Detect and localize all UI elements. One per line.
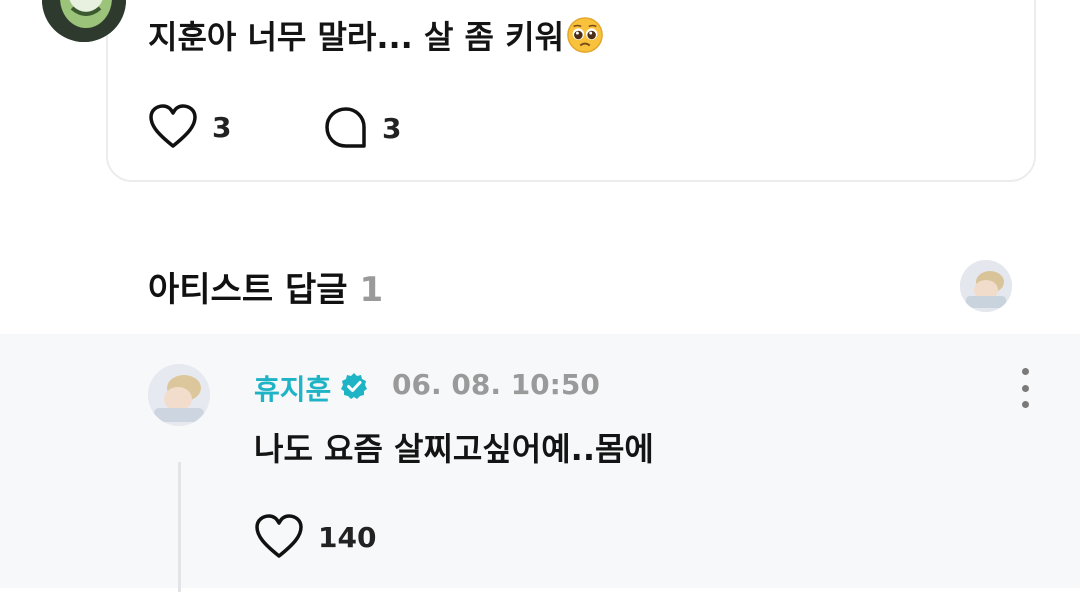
artist-replies-label: 아티스트 답글 bbox=[148, 270, 348, 310]
reply-like-button[interactable]: 140 bbox=[254, 514, 376, 560]
comment-reply-button[interactable]: 3 bbox=[324, 106, 401, 150]
more-options-icon[interactable] bbox=[1010, 368, 1040, 408]
reply-text: 나도 요즘 살찌고싶어예..몸에 bbox=[254, 430, 654, 468]
reply-timestamp: 06. 08. 10:50 bbox=[392, 368, 600, 401]
comment-text: 지훈아 너무 말라... 살 좀 키워 bbox=[148, 12, 604, 58]
speech-bubble-icon bbox=[325, 107, 366, 148]
reply-author[interactable]: 휴지훈 bbox=[254, 368, 331, 408]
comment-body: 지훈아 너무 말라... 살 좀 키워 bbox=[148, 18, 565, 56]
comment-like-count: 3 bbox=[212, 110, 232, 144]
reply-like-count: 140 bbox=[318, 520, 377, 554]
artist-avatar-small[interactable] bbox=[960, 260, 1012, 312]
artist-replies-title: 아티스트 답글 1 bbox=[148, 262, 383, 311]
artist-replies-count: 1 bbox=[359, 270, 384, 310]
heart-icon bbox=[255, 514, 303, 558]
artist-avatar[interactable] bbox=[148, 364, 210, 426]
pleading-face-icon bbox=[567, 17, 603, 53]
avatar-image bbox=[148, 364, 210, 426]
verified-badge-icon bbox=[341, 373, 367, 399]
thread-line bbox=[178, 462, 181, 592]
avatar-image bbox=[960, 260, 1012, 312]
artist-reply: 휴지훈 06. 08. 10:50 나도 요즘 살찌고싶어예..몸에 140 bbox=[0, 334, 1080, 592]
comment-reply-count: 3 bbox=[382, 111, 402, 145]
comment-like-button[interactable]: 3 bbox=[148, 104, 231, 150]
heart-icon bbox=[149, 104, 197, 148]
